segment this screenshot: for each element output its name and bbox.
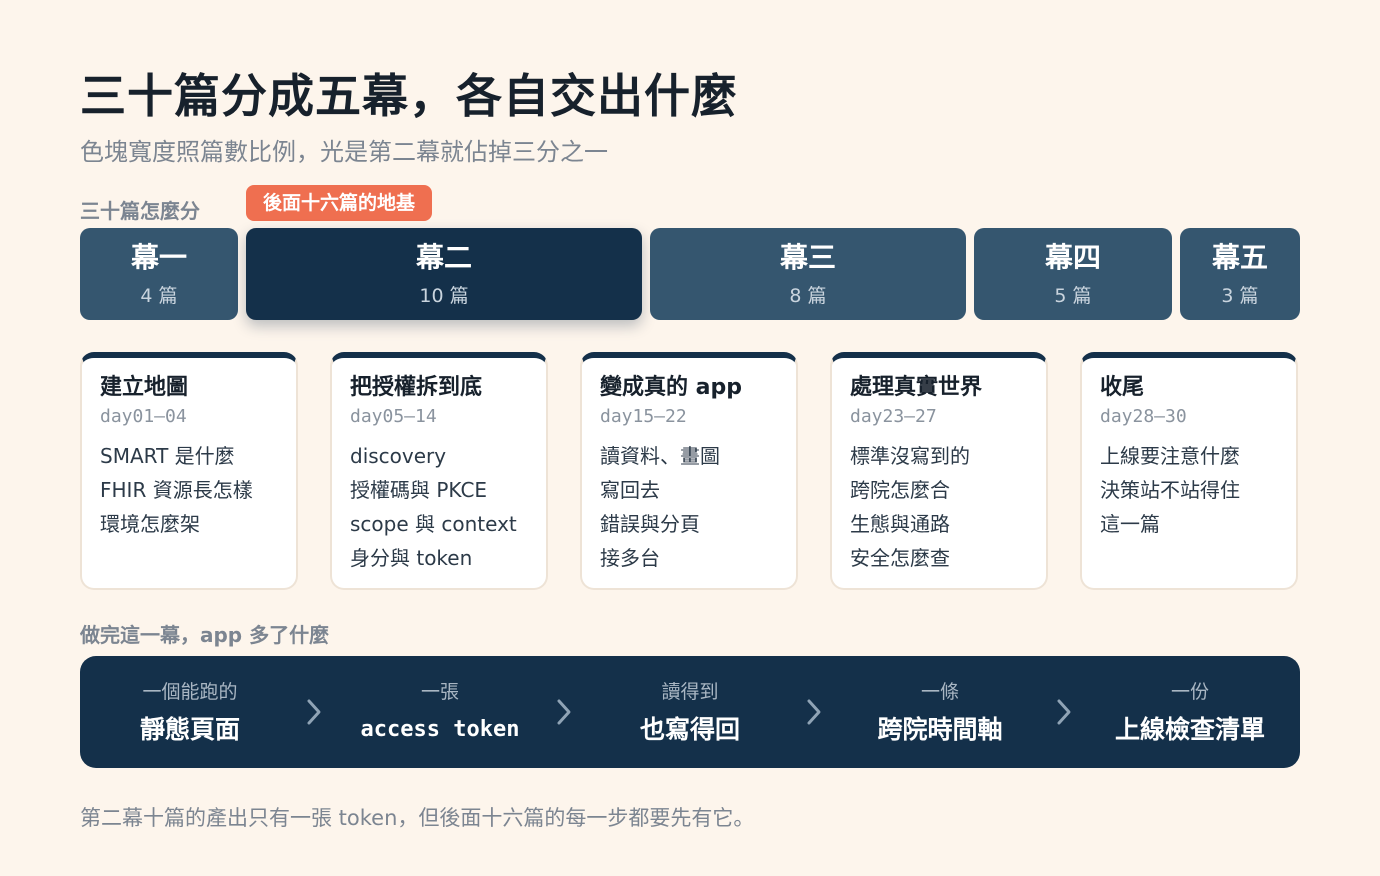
act-two-callout: 後面十六篇的地基 bbox=[246, 185, 433, 221]
act-count: 5 篇 bbox=[1054, 284, 1092, 307]
act-block-1: 幕一 4 篇 bbox=[80, 228, 238, 320]
card-topic: 寫回去 bbox=[600, 478, 660, 502]
outcome-step-1: 一個能跑的 靜態頁面 bbox=[90, 656, 290, 768]
outcome-step-2: 一張 access token bbox=[340, 656, 540, 768]
card-topic-list: discovery 授權碼與 PKCE scope 與 context 身分與 … bbox=[350, 439, 546, 575]
card-topic: SMART 是什麼 bbox=[100, 444, 235, 468]
act-block-5: 幕五 3 篇 bbox=[1180, 228, 1300, 320]
act-card-1: 建立地圖 day01–04 SMART 是什麼 FHIR 資源長怎樣 環境怎麼架 bbox=[80, 352, 298, 590]
card-title: 把授權拆到底 bbox=[350, 375, 483, 400]
card-topic: 錯誤與分頁 bbox=[600, 512, 700, 536]
page-subtitle: 色塊寬度照篇數比例，光是第二幕就佔掉三分之一 bbox=[80, 138, 608, 166]
outcome-result: 上線檢查清單 bbox=[1114, 715, 1265, 744]
card-title: 處理真實世界 bbox=[850, 375, 983, 400]
outcome-caption: 一個能跑的 bbox=[142, 681, 238, 703]
card-topic: 環境怎麼架 bbox=[100, 512, 200, 536]
chevron-right-icon bbox=[557, 699, 571, 725]
card-days: day23–27 bbox=[850, 406, 937, 427]
card-topic: 跨院怎麼合 bbox=[850, 478, 950, 502]
split-section-label: 三十篇怎麼分 bbox=[80, 199, 200, 223]
card-topic: 接多台 bbox=[600, 546, 660, 570]
act-count: 3 篇 bbox=[1221, 284, 1259, 307]
outcome-caption: 一份 bbox=[1170, 681, 1209, 703]
card-topic: 安全怎麼查 bbox=[850, 546, 950, 570]
gain-section-label: 做完這一幕，app 多了什麼 bbox=[80, 623, 330, 647]
card-days: day28–30 bbox=[1100, 406, 1187, 427]
card-topic: 授權碼與 PKCE bbox=[350, 478, 488, 502]
card-topic-list: 標準沒寫到的 跨院怎麼合 生態與通路 安全怎麼查 bbox=[850, 439, 1046, 575]
outcome-caption: 一張 bbox=[420, 681, 459, 703]
card-topic: 標準沒寫到的 bbox=[850, 444, 970, 468]
act-card-4: 處理真實世界 day23–27 標準沒寫到的 跨院怎麼合 生態與通路 安全怎麼查 bbox=[830, 352, 1048, 590]
chevron-right-icon bbox=[1057, 699, 1071, 725]
card-topic-list: 讀資料、畫圖 寫回去 錯誤與分頁 接多台 bbox=[600, 439, 796, 575]
chevron-right-icon bbox=[307, 699, 321, 725]
footnote: 第二幕十篇的產出只有一張 token，但後面十六篇的每一步都要先有它。 bbox=[80, 806, 755, 830]
act-card-3: 變成真的 app day15–22 讀資料、畫圖 寫回去 錯誤與分頁 接多台 bbox=[580, 352, 798, 590]
act-card-5: 收尾 day28–30 上線要注意什麼 決策站不站得住 這一篇 bbox=[1080, 352, 1298, 590]
card-topic: 決策站不站得住 bbox=[1100, 478, 1240, 502]
outcome-caption: 一條 bbox=[920, 681, 959, 703]
act-name: 幕二 bbox=[415, 240, 472, 274]
card-days: day01–04 bbox=[100, 406, 187, 427]
outcome-flow-bar: 一個能跑的 靜態頁面 一張 access token 讀得到 也寫得回 一條 跨… bbox=[80, 656, 1300, 768]
card-topic: 身分與 token bbox=[350, 546, 473, 570]
outcome-result: 也寫得回 bbox=[639, 715, 740, 744]
outcome-caption: 讀得到 bbox=[661, 681, 719, 703]
card-topic: 上線要注意什麼 bbox=[1100, 444, 1240, 468]
outcome-result: 跨院時間軸 bbox=[877, 715, 1003, 744]
act-count: 10 篇 bbox=[419, 284, 469, 307]
act-count: 8 篇 bbox=[789, 284, 827, 307]
card-topic: discovery bbox=[350, 444, 447, 468]
outcome-result: access token bbox=[360, 717, 520, 742]
card-days: day05–14 bbox=[350, 406, 437, 427]
card-title: 建立地圖 bbox=[100, 375, 189, 400]
act-name: 幕五 bbox=[1211, 240, 1268, 274]
card-topic: FHIR 資源長怎樣 bbox=[100, 478, 253, 502]
outcome-step-3: 讀得到 也寫得回 bbox=[590, 656, 790, 768]
act-name: 幕三 bbox=[779, 240, 836, 274]
act-card-2: 把授權拆到底 day05–14 discovery 授權碼與 PKCE scop… bbox=[330, 352, 548, 590]
card-title: 收尾 bbox=[1100, 375, 1145, 400]
card-topic-list: SMART 是什麼 FHIR 資源長怎樣 環境怎麼架 bbox=[100, 439, 296, 541]
act-block-4: 幕四 5 篇 bbox=[974, 228, 1172, 320]
act-name: 幕四 bbox=[1044, 240, 1101, 274]
card-topic: scope 與 context bbox=[350, 512, 517, 536]
outcome-result: 靜態頁面 bbox=[139, 715, 240, 744]
card-title: 變成真的 app bbox=[600, 375, 743, 400]
act-block-2: 幕二 10 篇 bbox=[246, 228, 642, 320]
act-count: 4 篇 bbox=[140, 284, 178, 307]
outcome-step-5: 一份 上線檢查清單 bbox=[1090, 656, 1290, 768]
act-name: 幕一 bbox=[130, 240, 187, 274]
page-title: 三十篇分成五幕，各自交出什麼 bbox=[80, 69, 738, 123]
chevron-right-icon bbox=[807, 699, 821, 725]
outcome-step-4: 一條 跨院時間軸 bbox=[840, 656, 1040, 768]
card-topic: 這一篇 bbox=[1100, 512, 1160, 536]
card-topic: 讀資料、畫圖 bbox=[600, 444, 720, 468]
card-topic-list: 上線要注意什麼 決策站不站得住 這一篇 bbox=[1100, 439, 1296, 541]
card-days: day15–22 bbox=[600, 406, 687, 427]
card-topic: 生態與通路 bbox=[850, 512, 950, 536]
act-block-3: 幕三 8 篇 bbox=[650, 228, 966, 320]
